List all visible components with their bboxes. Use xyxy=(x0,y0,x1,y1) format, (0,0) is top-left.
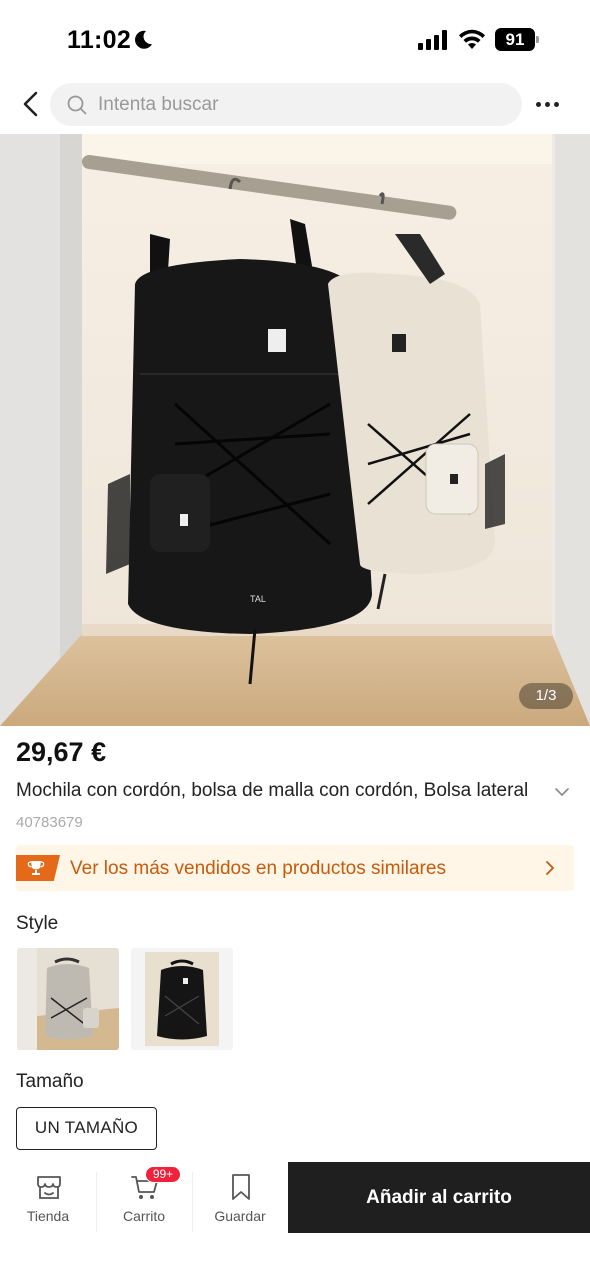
search-input[interactable]: Intenta buscar xyxy=(50,83,522,126)
bottom-action-bar: Tienda 99+ Carrito Guardar Añadir al car… xyxy=(0,1160,590,1236)
store-tab[interactable]: Tienda xyxy=(0,1160,96,1236)
chevron-down-icon[interactable] xyxy=(554,786,570,798)
size-option-one-size[interactable]: UN TAMAÑO xyxy=(16,1107,157,1150)
status-time: 11:02 xyxy=(67,26,132,54)
black-backpack-thumbnail xyxy=(131,948,233,1050)
product-image-carousel[interactable]: TAL 1/3 xyxy=(0,134,590,726)
product-sku: 40783679 xyxy=(16,814,83,831)
bookmark-icon xyxy=(232,1174,250,1200)
size-section-label: Tamaño xyxy=(16,1071,84,1092)
add-to-cart-button[interactable]: Añadir al carrito xyxy=(288,1162,590,1233)
cart-tab[interactable]: 99+ Carrito xyxy=(96,1160,192,1236)
battery-level: 91 xyxy=(495,28,535,51)
trophy-badge xyxy=(16,855,60,881)
bestseller-label: Ver los más vendidos en productos simila… xyxy=(70,858,446,879)
image-counter: 1/3 xyxy=(519,683,573,709)
save-label: Guardar xyxy=(214,1208,266,1224)
style-section-label: Style xyxy=(16,913,59,934)
style-option-beige[interactable] xyxy=(17,948,119,1050)
battery-icon: 91 xyxy=(495,28,539,51)
search-icon xyxy=(67,95,87,115)
beige-backpack-thumbnail xyxy=(17,948,119,1050)
search-placeholder: Intenta buscar xyxy=(98,94,219,115)
bestseller-banner[interactable]: Ver los más vendidos en productos simila… xyxy=(16,845,574,891)
product-title: Mochila con cordón, bolsa de malla con c… xyxy=(16,780,529,801)
cart-count-badge: 99+ xyxy=(145,1166,181,1183)
trophy-icon xyxy=(27,861,45,875)
product-title-row[interactable]: Mochila con cordón, bolsa de malla con c… xyxy=(16,780,576,806)
status-bar: 11:02 91 xyxy=(0,0,590,78)
product-image: TAL xyxy=(0,134,590,726)
save-tab[interactable]: Guardar xyxy=(192,1160,288,1236)
signal-icon xyxy=(418,30,447,50)
back-arrow-icon[interactable] xyxy=(16,88,48,120)
product-price: 29,67 € xyxy=(16,737,107,767)
store-label: Tienda xyxy=(26,1208,70,1224)
moon-icon xyxy=(135,30,152,49)
style-option-black[interactable] xyxy=(131,948,233,1050)
brand-mark: TAL xyxy=(250,594,266,604)
wifi-icon xyxy=(459,29,485,49)
chevron-right-icon xyxy=(546,861,555,875)
cart-label: Carrito xyxy=(122,1208,165,1224)
more-options-icon[interactable] xyxy=(530,92,564,116)
store-icon xyxy=(37,1176,61,1199)
nav-bar: Intenta buscar xyxy=(0,78,590,134)
